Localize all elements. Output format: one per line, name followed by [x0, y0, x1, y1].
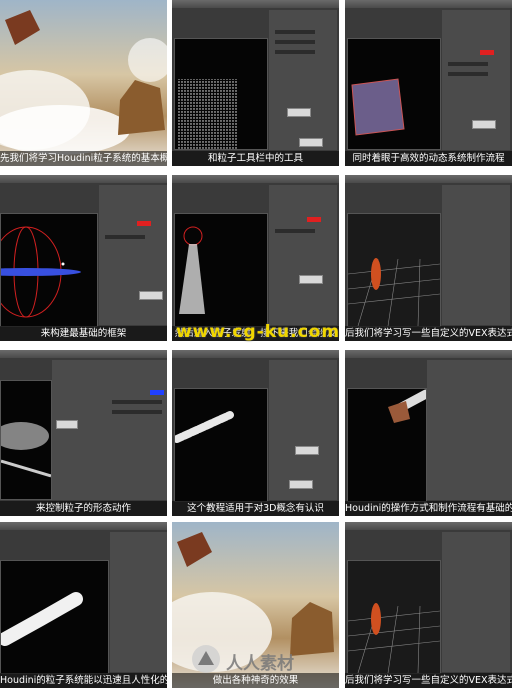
parameter-panel[interactable] [269, 360, 337, 500]
ground-grid [347, 258, 441, 327]
node-box[interactable] [289, 480, 313, 489]
viewport[interactable] [0, 213, 98, 327]
node-box[interactable] [295, 446, 319, 455]
parameter-panel[interactable] [99, 185, 167, 325]
menu-bar [345, 175, 512, 183]
menu-bar [345, 522, 512, 530]
particle-sheet [177, 79, 237, 149]
site-logo: 人人素材 [190, 643, 325, 677]
menu-bar [0, 175, 167, 183]
caption: 来构建最基础的框架 [0, 326, 167, 341]
tile-10[interactable]: Houdini的粒子系统能以迅速且人性化的方 [0, 522, 167, 688]
tile-3[interactable]: 同时着眼于高效的动态系统制作流程 [345, 0, 512, 166]
color-swatch-red[interactable] [480, 50, 494, 55]
tile-6[interactable]: 后我们将学习写一些自定义的VEX表达式 [345, 175, 512, 341]
particle-stream [0, 422, 52, 478]
node-box[interactable] [139, 291, 163, 300]
parameter-panel[interactable] [269, 185, 337, 325]
rocket-smoke [388, 389, 431, 423]
viewport[interactable] [347, 38, 441, 150]
parameter-panel[interactable] [427, 360, 512, 500]
particle-fountain [179, 226, 205, 314]
parameter-panel[interactable] [52, 360, 167, 500]
particle-trail [173, 411, 234, 443]
node-box[interactable] [299, 138, 323, 147]
color-swatch-red[interactable] [307, 217, 321, 222]
caption: 先我们将学习Houdini粒子系统的基本概 [0, 151, 167, 166]
color-swatch-red[interactable] [137, 221, 151, 226]
tile-4[interactable]: 来构建最基础的框架 [0, 175, 167, 341]
smoke-trail [0, 592, 83, 646]
parameter-panel[interactable] [269, 10, 337, 150]
caption: 和粒子工具栏中的工具 [172, 151, 339, 166]
watermark-text: www.cg-ku.com [175, 322, 341, 342]
viewport[interactable] [0, 560, 109, 674]
caption: 来控制粒子的形态动作 [0, 501, 167, 516]
viewport[interactable] [174, 38, 268, 150]
tile-12[interactable]: 后我们将学习写一些自定义的VEX表达式 [345, 522, 512, 688]
parameter-panel[interactable] [442, 532, 510, 672]
parameter-panel[interactable] [110, 532, 167, 672]
caption: Houdini的操作方式和制作流程有基础的 [345, 501, 512, 516]
menu-bar [0, 350, 167, 358]
tile-1[interactable]: 先我们将学习Houdini粒子系统的基本概 [0, 0, 167, 166]
sphere-wireframe [0, 226, 81, 318]
caption: 这个教程适用于对3D概念有认识 [172, 501, 339, 516]
menu-bar [345, 350, 512, 358]
viewport[interactable] [347, 388, 431, 502]
node-box[interactable] [472, 120, 496, 129]
menu-bar [345, 0, 512, 8]
viewport[interactable] [173, 388, 268, 502]
tile-7[interactable]: 来控制粒子的形态动作 [0, 350, 167, 516]
viewport[interactable] [174, 213, 268, 327]
viewport[interactable] [347, 560, 441, 674]
ground-grid [347, 603, 441, 674]
logo-text: 人人素材 [226, 654, 294, 674]
particle-grid [351, 78, 405, 136]
render-preview [0, 10, 167, 155]
color-swatch-blue[interactable] [150, 390, 164, 395]
logo-icon [192, 645, 220, 673]
node-box[interactable] [287, 108, 311, 117]
node-box[interactable] [56, 420, 78, 429]
viewport[interactable] [0, 380, 52, 500]
caption: 后我们将学习写一些自定义的VEX表达式 [345, 326, 512, 341]
tile-8[interactable]: 这个教程适用于对3D概念有认识 [172, 350, 339, 516]
caption: 同时着眼于高效的动态系统制作流程 [345, 151, 512, 166]
menu-bar [0, 522, 167, 530]
tile-5[interactable]: 然后进入粒子发射，接下来我们会涉及 [172, 175, 339, 341]
tile-9[interactable]: Houdini的操作方式和制作流程有基础的 [345, 350, 512, 516]
parameter-panel[interactable] [442, 10, 510, 150]
parameter-panel[interactable] [442, 185, 510, 325]
menu-bar [172, 175, 339, 183]
tile-2[interactable]: 和粒子工具栏中的工具 [172, 0, 339, 166]
menu-bar [172, 350, 339, 358]
menu-bar [172, 0, 339, 8]
viewport[interactable] [347, 213, 441, 327]
node-box[interactable] [299, 275, 323, 284]
